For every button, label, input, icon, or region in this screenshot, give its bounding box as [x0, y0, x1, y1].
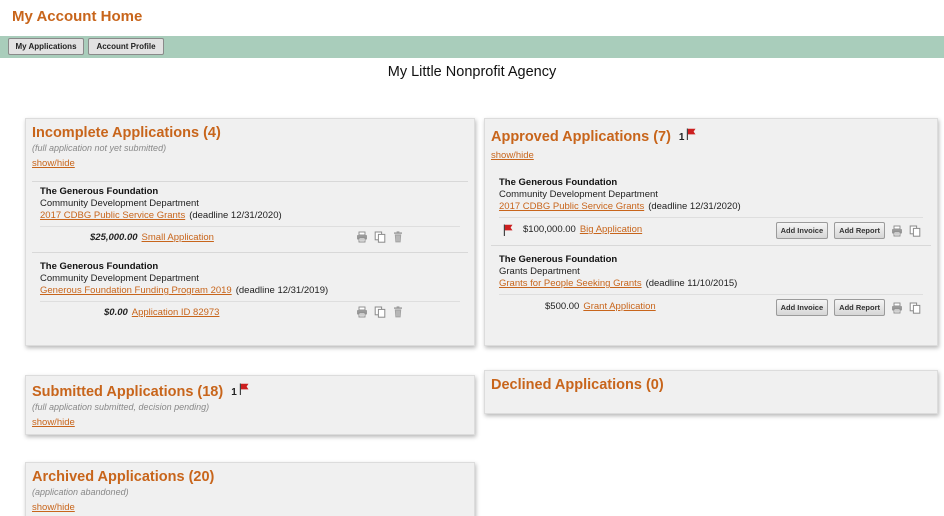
- deadline-text: (deadline 12/31/2020): [189, 210, 282, 221]
- trash-icon[interactable]: [392, 306, 404, 318]
- application-link[interactable]: Grant Application: [583, 301, 655, 312]
- department-name: Community Development Department: [40, 273, 199, 284]
- incomplete-note: (full application not yet submitted): [32, 143, 167, 153]
- flag-icon: [503, 224, 513, 236]
- program-link[interactable]: Grants for People Seeking Grants: [499, 278, 642, 289]
- program-link[interactable]: 2017 CDBG Public Service Grants: [40, 210, 185, 221]
- list-item: The Generous Foundation Grants Departmen…: [491, 245, 931, 318]
- deadline-text: (deadline 12/31/2019): [235, 285, 329, 296]
- archived-note: (application abandoned): [32, 487, 129, 497]
- archived-show-hide-link[interactable]: show/hide: [32, 502, 75, 513]
- funder-name: The Generous Foundation: [499, 177, 618, 188]
- program-link[interactable]: 2017 CDBG Public Service Grants: [499, 201, 644, 212]
- incomplete-applications-title: Incomplete Applications (4): [32, 125, 221, 141]
- submitted-applications-title: Submitted Applications (18): [32, 384, 224, 400]
- approved-show-hide-link[interactable]: show/hide: [491, 150, 534, 161]
- department-name: Grants Department: [499, 266, 580, 277]
- print-icon[interactable]: [891, 225, 903, 237]
- print-icon[interactable]: [891, 302, 903, 314]
- department-name: Community Development Department: [40, 198, 199, 209]
- declined-applications-panel: Declined Applications (0): [484, 370, 938, 414]
- list-item: The Generous Foundation Community Develo…: [491, 173, 931, 241]
- print-icon[interactable]: [356, 306, 368, 318]
- approved-applications-panel: Approved Applications (7) 1 show/hide Th…: [484, 118, 938, 346]
- submitted-applications-panel: Submitted Applications (18) 1 (full appl…: [25, 375, 475, 435]
- copy-icon[interactable]: [374, 231, 386, 243]
- funder-name: The Generous Foundation: [499, 254, 618, 265]
- flag-icon: [239, 383, 249, 395]
- add-report-button[interactable]: Add Report: [834, 299, 885, 316]
- nav-bar: My Applications Account Profile: [0, 36, 944, 58]
- incomplete-applications-panel: Incomplete Applications (4) (full applic…: [25, 118, 475, 346]
- add-invoice-button[interactable]: Add Invoice: [775, 222, 829, 239]
- deadline-text: (deadline 11/10/2015): [645, 278, 738, 289]
- list-item: The Generous Foundation Community Develo…: [32, 181, 468, 248]
- list-item: The Generous Foundation Community Develo…: [32, 252, 468, 323]
- department-name: Community Development Department: [499, 189, 658, 200]
- amount: $100,000.00: [523, 224, 576, 235]
- funder-name: The Generous Foundation: [40, 261, 159, 272]
- flag-count-number: 1: [678, 131, 685, 143]
- copy-icon[interactable]: [909, 225, 921, 237]
- flag-count-number: 1: [231, 386, 237, 398]
- funder-name: The Generous Foundation: [40, 186, 159, 197]
- program-link[interactable]: Generous Foundation Funding Program 2019: [40, 285, 232, 296]
- submitted-show-hide-link[interactable]: show/hide: [32, 417, 75, 428]
- flag-count: 1: [231, 387, 249, 398]
- application-link[interactable]: Small Application: [142, 232, 214, 243]
- archived-applications-title: Archived Applications (20): [32, 469, 215, 485]
- print-icon[interactable]: [356, 231, 368, 243]
- amount: $500.00: [545, 301, 580, 312]
- tab-my-applications[interactable]: My Applications: [8, 38, 84, 55]
- amount: $25,000.00: [90, 232, 138, 243]
- deadline-text: (deadline 12/31/2020): [648, 201, 741, 212]
- copy-icon[interactable]: [374, 306, 386, 318]
- amount: $0.00: [104, 307, 128, 318]
- archived-applications-panel: Archived Applications (20) (application …: [25, 462, 475, 516]
- flag-count: 1: [679, 132, 697, 143]
- add-invoice-button[interactable]: Add Invoice: [775, 299, 829, 316]
- approved-applications-title: Approved Applications (7): [491, 129, 671, 145]
- page-title: My Account Home: [12, 8, 143, 25]
- tab-account-profile[interactable]: Account Profile: [88, 38, 164, 55]
- application-link[interactable]: Big Application: [580, 224, 642, 235]
- flag-icon: [686, 128, 696, 140]
- application-link[interactable]: Application ID 82973: [132, 307, 220, 318]
- declined-applications-title: Declined Applications (0): [491, 377, 664, 393]
- incomplete-show-hide-link[interactable]: show/hide: [32, 158, 75, 169]
- add-report-button[interactable]: Add Report: [834, 222, 885, 239]
- submitted-note: (full application submitted, decision pe…: [32, 402, 210, 412]
- organization-name: My Little Nonprofit Agency: [387, 64, 557, 80]
- trash-icon[interactable]: [392, 231, 404, 243]
- copy-icon[interactable]: [909, 302, 921, 314]
